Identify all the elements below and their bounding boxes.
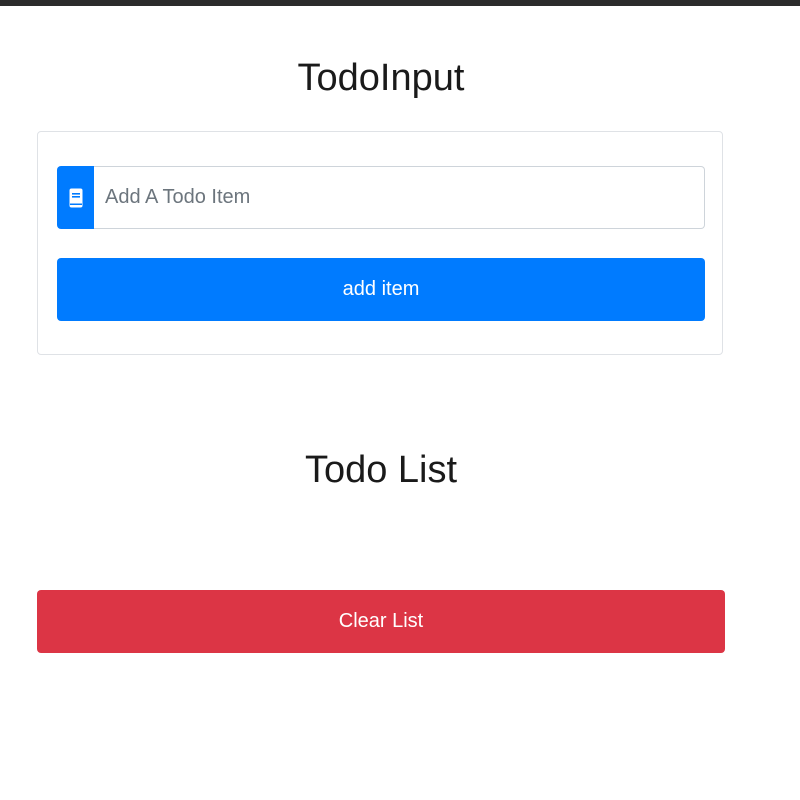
todo-input-group xyxy=(57,166,705,229)
todo-app: TodoInput add item Todo List Clear List xyxy=(0,0,800,800)
todo-list-title: Todo List xyxy=(304,449,458,491)
todo-input-title: TodoInput xyxy=(297,57,465,99)
add-item-button[interactable]: add item xyxy=(57,258,705,321)
todo-item-input[interactable] xyxy=(94,166,705,229)
todo-input-card: add item xyxy=(37,131,723,355)
book-icon xyxy=(69,188,82,207)
clear-list-button[interactable]: Clear List xyxy=(37,590,725,653)
input-addon xyxy=(57,166,94,229)
